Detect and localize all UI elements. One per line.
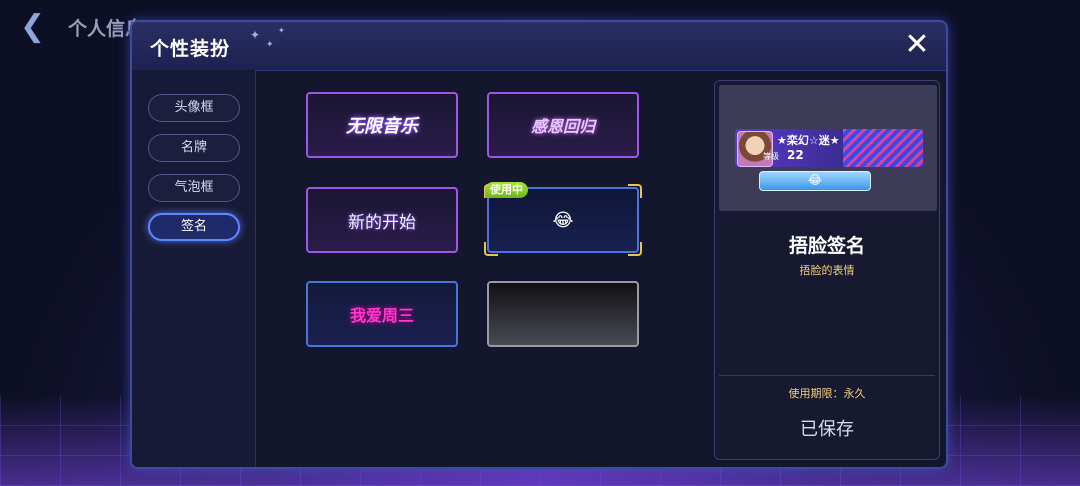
signature-item[interactable]: 感恩回归 xyxy=(487,92,639,158)
sparkle-icon: ✦ xyxy=(250,28,261,42)
dialog-header: 个性装扮 ✦ ✦ ✦ ✕ xyxy=(132,22,946,71)
signature-item-empty[interactable] xyxy=(487,281,639,347)
saved-status: 已保存 xyxy=(800,419,854,440)
sparkle-icon: ✦ xyxy=(278,26,285,35)
face-palm-emoji-icon: 😂 xyxy=(807,173,823,187)
category-sidebar: 头像框 名牌 气泡框 签名 xyxy=(132,70,256,467)
player-name: ★栾幻☆迷★ xyxy=(777,134,840,147)
tab-signature[interactable]: 签名 xyxy=(148,213,240,241)
nameplate-preview: ★栾幻☆迷★ 等级 22 xyxy=(735,129,923,167)
signature-preview: ★栾幻☆迷★ 等级 22 😂 xyxy=(719,85,937,211)
customization-dialog: 个性装扮 ✦ ✦ ✦ ✕ 头像框 名牌 气泡框 签名 无限音乐 感恩回归 新的开… xyxy=(130,20,948,469)
expire-text: 使用期限：永久 xyxy=(788,387,866,400)
tab-chat-bubble[interactable]: 气泡框 xyxy=(148,174,240,202)
face-palm-emoji-icon: 😂 xyxy=(552,209,574,231)
signature-item-label: 无限音乐 xyxy=(346,116,418,137)
signature-item[interactable]: 我爱周三 xyxy=(306,281,458,347)
tab-nameplate[interactable]: 名牌 xyxy=(148,134,240,162)
back-arrow-icon[interactable]: ❮ xyxy=(20,10,50,44)
signature-preview-bar: 😂 xyxy=(759,171,871,191)
in-use-badge: 使用中 xyxy=(485,182,528,198)
selection-corner xyxy=(484,242,498,256)
tab-avatar-frame[interactable]: 头像框 xyxy=(148,94,240,122)
dialog-title: 个性装扮 xyxy=(150,38,231,60)
close-button[interactable]: ✕ xyxy=(902,30,932,60)
detail-panel: ★栾幻☆迷★ 等级 22 😂 捂脸签名 捂脸的表情 使用期限：永久 已保存 xyxy=(714,80,940,460)
signature-item-label: 感恩回归 xyxy=(530,117,595,136)
selection-corner xyxy=(628,242,642,256)
selection-corner xyxy=(628,184,642,198)
item-description: 捂脸的表情 xyxy=(799,264,855,277)
item-title: 捂脸签名 xyxy=(788,235,865,257)
signature-item-selected[interactable]: 使用中 😂 xyxy=(484,182,642,256)
level-label: 等级 xyxy=(763,152,779,161)
signature-item[interactable]: 无限音乐 xyxy=(306,92,458,158)
signature-item-label: 我爱周三 xyxy=(349,306,414,325)
level-value: 22 xyxy=(787,148,804,162)
nameplate-decoration xyxy=(843,129,923,167)
divider xyxy=(719,375,935,376)
sparkle-icon: ✦ xyxy=(266,40,274,50)
signature-item-label: 新的开始 xyxy=(348,212,416,233)
signature-item[interactable]: 新的开始 xyxy=(306,187,458,253)
